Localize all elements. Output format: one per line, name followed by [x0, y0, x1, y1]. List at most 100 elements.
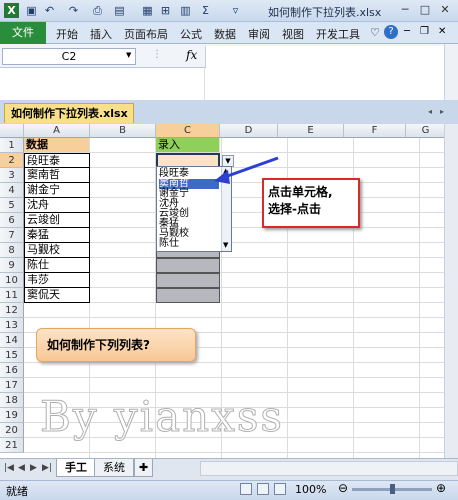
tab-view[interactable]: 视图 [282, 26, 304, 42]
tab-review[interactable]: 审阅 [248, 26, 270, 42]
row-header-5[interactable]: 5 [0, 198, 24, 213]
tab-developer[interactable]: 开发工具 [316, 26, 360, 42]
row-header-17[interactable]: 17 [0, 378, 24, 393]
formula-expanded-area [0, 68, 458, 100]
row-header-3[interactable]: 3 [0, 168, 24, 183]
save-icon[interactable]: ▣ [24, 3, 39, 18]
name-box-dropdown-icon[interactable]: ▼ [126, 51, 131, 59]
filter-icon[interactable]: ▿ [228, 3, 243, 18]
cell-a7[interactable]: 秦猛 [24, 228, 90, 243]
zoom-level[interactable]: 100% [295, 483, 326, 496]
watermark: By yianxss [40, 392, 284, 442]
column-header-d[interactable]: D [220, 124, 278, 138]
format-icon[interactable]: ⊞ [158, 3, 173, 18]
row-header-12[interactable]: 12 [0, 303, 24, 318]
tab-data[interactable]: 数据 [214, 26, 236, 42]
row-header-15[interactable]: 15 [0, 348, 24, 363]
table-icon[interactable]: ▦ [140, 3, 155, 18]
redo-icon[interactable]: ↷ [66, 3, 81, 18]
heart-icon[interactable]: ♡ [370, 26, 380, 39]
cell-a4[interactable]: 谢金宁 [24, 183, 90, 198]
zoom-slider-thumb[interactable] [390, 484, 395, 494]
row-header-18[interactable]: 18 [0, 393, 24, 408]
grid-icon[interactable]: ▥ [178, 3, 193, 18]
first-sheet-icon[interactable]: |◀ [4, 463, 14, 473]
column-header-g[interactable]: G [406, 124, 444, 138]
name-box[interactable]: C2 [2, 48, 136, 65]
page-layout-view-icon[interactable] [257, 483, 269, 495]
insert-sheet-icon[interactable]: ✚ [134, 459, 154, 477]
ribbon-minimize-icon[interactable]: ─ [404, 26, 410, 37]
zoom-in-icon[interactable]: ⊕ [436, 481, 446, 495]
row-header-14[interactable]: 14 [0, 333, 24, 348]
print-icon[interactable]: ⎙ [90, 3, 105, 18]
undo-icon[interactable]: ↶ [42, 3, 57, 18]
row-header-9[interactable]: 9 [0, 258, 24, 273]
formula-input[interactable] [205, 46, 445, 68]
cell-a8[interactable]: 马觐校 [24, 243, 90, 258]
tab-scroll-right-icon[interactable]: ▸ [440, 107, 444, 116]
cell-c11[interactable] [156, 288, 220, 303]
scroll-down-icon[interactable]: ▼ [223, 241, 228, 249]
tab-home[interactable]: 开始 [56, 26, 78, 42]
select-all-corner[interactable] [0, 124, 24, 138]
excel-logo-icon: X [4, 3, 19, 18]
vertical-scrollbar[interactable] [444, 124, 458, 458]
tab-page-layout[interactable]: 页面布局 [124, 26, 168, 42]
ribbon-close-icon[interactable]: ✕ [438, 26, 446, 37]
column-header-a[interactable]: A [24, 124, 90, 138]
row-header-19[interactable]: 19 [0, 408, 24, 423]
help-icon[interactable]: ? [384, 25, 398, 39]
row-header-8[interactable]: 8 [0, 243, 24, 258]
cell-a1[interactable]: 数据 [24, 138, 90, 153]
tab-scroll-left-icon[interactable]: ◂ [428, 107, 432, 116]
row-header-4[interactable]: 4 [0, 183, 24, 198]
last-sheet-icon[interactable]: ▶| [42, 463, 52, 473]
chart-icon[interactable]: ▤ [112, 3, 127, 18]
column-header-c[interactable]: C [156, 124, 220, 138]
dropdown-item[interactable]: 陈仕 [159, 239, 179, 249]
row-header-10[interactable]: 10 [0, 273, 24, 288]
prev-sheet-icon[interactable]: ◀ [18, 463, 25, 473]
normal-view-icon[interactable] [240, 483, 252, 495]
sheet-tab-manual[interactable]: 手工 [56, 459, 96, 477]
tab-formulas[interactable]: 公式 [180, 26, 202, 42]
cell-a3[interactable]: 窦南哲 [24, 168, 90, 183]
tab-insert[interactable]: 插入 [90, 26, 112, 42]
row-header-7[interactable]: 7 [0, 228, 24, 243]
column-header-b[interactable]: B [90, 124, 156, 138]
insert-function-button[interactable]: fx [186, 48, 197, 62]
column-header-f[interactable]: F [344, 124, 406, 138]
row-header-16[interactable]: 16 [0, 363, 24, 378]
row-header-21[interactable]: 21 [0, 438, 24, 453]
minimize-button[interactable]: ─ [398, 3, 412, 17]
row-header-11[interactable]: 11 [0, 288, 24, 303]
cell-a5[interactable]: 沈舟 [24, 198, 90, 213]
formula-bar-scroll[interactable] [444, 44, 458, 100]
sum-icon[interactable]: Σ [198, 3, 213, 18]
sheet-tab-system[interactable]: 系统 [94, 459, 134, 477]
cell-a6[interactable]: 云竣创 [24, 213, 90, 228]
tab-file[interactable]: 文件 [0, 22, 46, 44]
row-header-20[interactable]: 20 [0, 423, 24, 438]
cell-a11[interactable]: 窦侃天 [24, 288, 90, 303]
cell-a2[interactable]: 段旺泰 [24, 153, 90, 168]
cell-c10[interactable] [156, 273, 220, 288]
cell-a10[interactable]: 韦莎 [24, 273, 90, 288]
row-header-13[interactable]: 13 [0, 318, 24, 333]
row-header-1[interactable]: 1 [0, 138, 24, 153]
next-sheet-icon[interactable]: ▶ [30, 463, 37, 473]
page-break-view-icon[interactable] [274, 483, 286, 495]
formula-divider [204, 68, 205, 100]
horizontal-scrollbar[interactable] [200, 461, 458, 476]
cell-c9[interactable] [156, 258, 220, 273]
row-header-2[interactable]: 2 [0, 153, 24, 168]
ribbon-restore-icon[interactable]: ❐ [420, 26, 429, 37]
zoom-out-icon[interactable]: ⊖ [338, 481, 348, 495]
maximize-button[interactable]: □ [418, 3, 432, 17]
row-header-6[interactable]: 6 [0, 213, 24, 228]
workbook-tab[interactable]: 如何制作下拉列表.xlsx [4, 103, 134, 123]
column-header-e[interactable]: E [278, 124, 344, 138]
cell-a9[interactable]: 陈仕 [24, 258, 90, 273]
close-button[interactable]: ✕ [438, 3, 452, 17]
